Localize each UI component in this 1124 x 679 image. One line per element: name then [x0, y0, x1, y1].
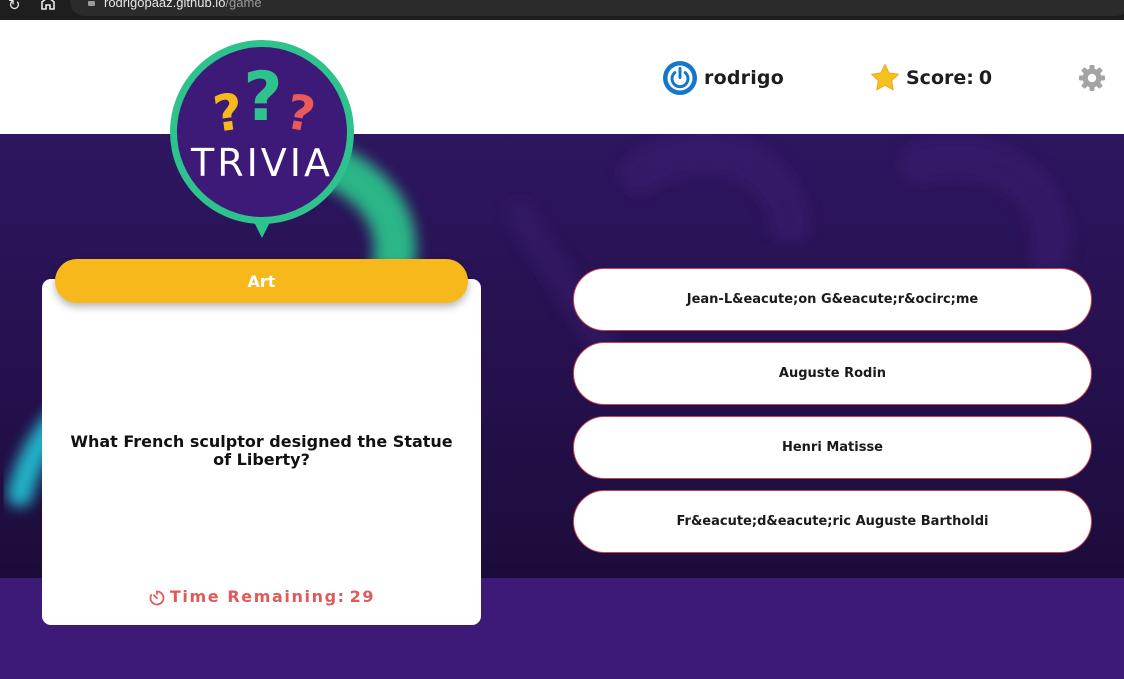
user-info[interactable]: rodrigo	[662, 60, 784, 96]
browser-toolbar: ↻ rodrigopaaz.github.io/game	[0, 0, 1124, 20]
url-text: rodrigopaaz.github.io/game	[104, 0, 262, 10]
gear-icon[interactable]	[1078, 64, 1106, 92]
timer-icon	[149, 590, 165, 605]
answer-button[interactable]: Fr&eacute;d&eacute;ric Auguste Bartholdi	[573, 490, 1092, 553]
answer-list: Jean-L&eacute;on G&eacute;r&ocirc;me Aug…	[573, 268, 1092, 564]
timer-value: 29	[349, 586, 376, 606]
score-label: Score:	[906, 67, 974, 89]
score-display: Score: 0	[869, 60, 992, 96]
power-icon[interactable]	[662, 60, 698, 96]
logo-text: TRIVIA	[190, 141, 333, 185]
answer-button[interactable]: Henri Matisse	[573, 416, 1092, 479]
username: rodrigo	[704, 67, 784, 89]
score-value: 0	[978, 67, 993, 89]
answer-button[interactable]: Jean-L&eacute;on G&eacute;r&ocirc;me	[573, 268, 1092, 331]
address-bar[interactable]: rodrigopaaz.github.io/game	[70, 0, 1124, 16]
question-mark-green: ?	[243, 58, 282, 137]
lock-icon	[88, 1, 95, 6]
timer-label: Time Remaining:	[169, 586, 346, 606]
timer: Time Remaining: 29	[42, 585, 481, 607]
reload-icon[interactable]: ↻	[8, 0, 21, 14]
url-host: rodrigopaaz.github.io	[104, 0, 226, 10]
star-icon	[871, 64, 899, 91]
answer-button[interactable]: Auguste Rodin	[573, 342, 1092, 405]
url-path: /game	[225, 0, 262, 10]
question-text: What French sculptor designed the Statue…	[70, 432, 453, 469]
home-icon[interactable]	[40, 0, 56, 10]
trivia-logo: ? ? ? TRIVIA	[170, 40, 354, 238]
category-badge: Art	[55, 259, 468, 303]
